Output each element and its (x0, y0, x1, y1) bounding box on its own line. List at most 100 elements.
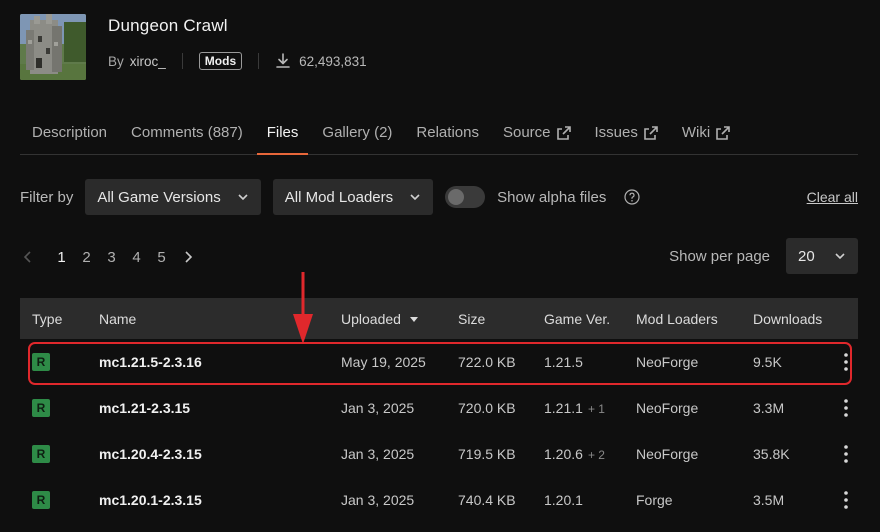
game-version-value: 1.21.5 (544, 354, 583, 370)
page-5[interactable]: 5 (149, 249, 174, 266)
extra-versions[interactable]: + 2 (588, 448, 605, 462)
kebab-menu-icon (843, 399, 848, 417)
game-version-select[interactable]: All Game Versions (85, 179, 261, 215)
mod-loader: NeoForge (636, 446, 699, 462)
tab-issues[interactable]: Issues (583, 112, 670, 154)
meta-divider (181, 53, 183, 69)
file-name[interactable]: mc1.20.4-2.3.15 (99, 446, 341, 462)
project-title: Dungeon Crawl (108, 16, 228, 35)
game-version-value: 1.20.6 (544, 446, 583, 462)
tab-label: Issues (594, 124, 638, 141)
project-header: Dungeon Crawl By xiroc_ Mods 62,493,831 (20, 14, 367, 80)
help-icon[interactable] (624, 189, 640, 205)
chevron-down-icon (238, 194, 248, 201)
page-1[interactable]: 1 (49, 249, 74, 266)
file-size: 719.5 KB (458, 446, 516, 462)
prev-page-button[interactable] (20, 249, 36, 265)
table-row[interactable]: R mc1.21-2.3.15 Jan 3, 2025 720.0 KB 1.2… (20, 385, 858, 431)
tab-label: Relations (416, 124, 479, 141)
project-meta: Dungeon Crawl By xiroc_ Mods 62,493,831 (108, 14, 367, 80)
external-link-icon (716, 126, 730, 140)
per-page-control: Show per page 20 (669, 238, 858, 274)
file-name[interactable]: mc1.21-2.3.15 (99, 400, 341, 416)
file-name[interactable]: mc1.21.5-2.3.16 (99, 354, 341, 370)
tab-label: Wiki (681, 124, 711, 141)
tab-wiki[interactable]: Wiki (670, 112, 742, 154)
select-value: 20 (798, 247, 815, 265)
file-size: 720.0 KB (458, 400, 516, 416)
upload-date: Jan 3, 2025 (341, 492, 415, 508)
filter-row: Filter by All Game Versions All Mod Load… (20, 179, 858, 215)
external-link-icon (644, 126, 658, 140)
sort-desc-icon (409, 316, 418, 322)
tab-relations[interactable]: Relations (404, 112, 491, 154)
download-icon (276, 53, 290, 68)
release-badge: R (32, 491, 50, 509)
game-version-value: 1.21.1 (544, 400, 583, 416)
game-version: 1.21.1 + 1 (544, 400, 636, 416)
col-size: Size (458, 310, 486, 327)
row-menu-button[interactable] (833, 445, 858, 463)
file-size: 722.0 KB (458, 354, 516, 370)
extra-versions[interactable]: + 1 (588, 402, 605, 416)
table-header: Type Name Uploaded Size Game Ver. Mod Lo… (20, 298, 858, 339)
class-badge[interactable]: Mods (198, 52, 243, 70)
page-3[interactable]: 3 (99, 249, 124, 266)
tab-label: Comments (887) (131, 124, 243, 141)
tab-description[interactable]: Description (20, 112, 119, 154)
kebab-menu-icon (843, 353, 848, 371)
chevron-left-icon (23, 251, 31, 263)
tab-bar: Description Comments (887) Files Gallery… (20, 112, 858, 155)
clear-all-link[interactable]: Clear all (807, 189, 858, 205)
row-menu-button[interactable] (833, 353, 858, 371)
per-page-label: Show per page (669, 247, 770, 265)
table-row[interactable]: R mc1.21.5-2.3.16 May 19, 2025 722.0 KB … (20, 339, 858, 385)
external-link-icon (556, 126, 571, 140)
col-downloads: Downloads (753, 310, 823, 327)
tab-comments[interactable]: Comments (887) (119, 112, 255, 154)
pagination: 1 2 3 4 5 (20, 240, 196, 274)
per-page-select[interactable]: 20 (786, 238, 858, 274)
release-badge: R (32, 353, 50, 371)
meta-divider (258, 53, 260, 69)
mod-loader: NeoForge (636, 400, 699, 416)
author-link[interactable]: xiroc_ (130, 54, 166, 69)
chevron-down-icon (835, 253, 845, 260)
by-label: By (108, 53, 124, 69)
mod-loader: NeoForge (636, 354, 699, 370)
files-table: Type Name Uploaded Size Game Ver. Mod Lo… (20, 298, 858, 523)
download-count: 3.5M (753, 492, 785, 508)
tab-label: Source (502, 124, 551, 141)
tab-files[interactable]: Files (255, 112, 311, 155)
tab-label: Files (266, 124, 299, 141)
game-version: 1.20.1 (544, 492, 636, 508)
mod-loader-select[interactable]: All Mod Loaders (272, 179, 434, 215)
meta-row: By xiroc_ Mods 62,493,831 (108, 52, 367, 70)
col-uploaded-label: Uploaded (341, 310, 401, 327)
file-size: 740.4 KB (458, 492, 516, 508)
col-game-ver: Game Ver. (544, 310, 611, 327)
download-count: 35.8K (753, 446, 790, 462)
file-name[interactable]: mc1.20.1-2.3.15 (99, 492, 341, 508)
page-2[interactable]: 2 (74, 249, 99, 266)
next-page-button[interactable] (180, 249, 196, 265)
col-type: Type (32, 310, 63, 327)
project-logo (20, 14, 86, 80)
upload-date: May 19, 2025 (341, 354, 426, 370)
col-uploaded[interactable]: Uploaded (341, 311, 458, 327)
row-menu-button[interactable] (833, 399, 858, 417)
tab-gallery[interactable]: Gallery (2) (310, 112, 404, 154)
table-row[interactable]: R mc1.20.4-2.3.15 Jan 3, 2025 719.5 KB 1… (20, 431, 858, 477)
game-version: 1.20.6 + 2 (544, 446, 636, 462)
page-4[interactable]: 4 (124, 249, 149, 266)
table-row[interactable]: R mc1.20.1-2.3.15 Jan 3, 2025 740.4 KB 1… (20, 477, 858, 523)
tab-source[interactable]: Source (491, 112, 583, 154)
select-value: All Game Versions (97, 188, 221, 206)
chevron-down-icon (410, 194, 420, 201)
row-menu-button[interactable] (833, 491, 858, 509)
alpha-files-toggle[interactable] (445, 186, 486, 208)
select-value: All Mod Loaders (284, 188, 394, 206)
alpha-files-label: Show alpha files (497, 188, 607, 206)
game-version: 1.21.5 (544, 354, 636, 370)
tab-label: Gallery (2) (322, 124, 393, 141)
